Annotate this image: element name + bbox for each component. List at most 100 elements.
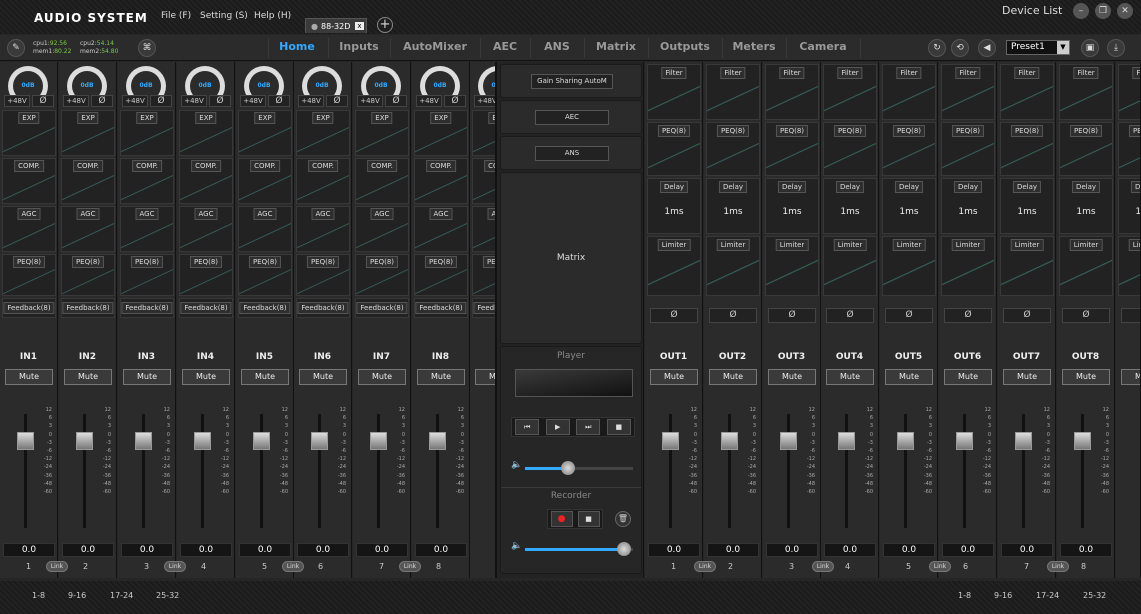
module-agc[interactable]: AGC (238, 206, 292, 252)
tab-matrix[interactable]: Matrix (589, 40, 643, 53)
phase-invert-button[interactable]: Ø (768, 308, 816, 323)
module-peq[interactable]: PEQ(8) (706, 122, 760, 176)
trash-icon[interactable]: 🗑 (615, 511, 631, 527)
phantom-48v-button[interactable]: +48V (474, 95, 495, 107)
mute-button[interactable]: Mute (709, 369, 757, 385)
chevron-down-icon[interactable]: ▼ (1057, 41, 1069, 54)
module-limiter[interactable]: Limiter (1000, 236, 1054, 296)
fader[interactable]: 12 6 3 0 -3 -6 -12 -24 -36 -48 -60 (353, 402, 410, 532)
module-comp[interactable]: COMP. (472, 158, 495, 204)
module-feedback[interactable]: Feedback(8) (179, 298, 233, 318)
menu-file[interactable]: File (F) (161, 11, 191, 21)
tab-camera[interactable]: Camera (791, 40, 855, 53)
player-volume-knob[interactable] (561, 461, 576, 475)
phase-invert-button[interactable]: Ø (150, 95, 172, 107)
fader-knob[interactable] (838, 432, 855, 450)
module-agc[interactable]: AGC (355, 206, 409, 252)
module-feedback[interactable]: Feedback(8) (120, 298, 174, 318)
module-feedback[interactable]: Feedback(8) (472, 298, 495, 318)
fader-knob[interactable] (1074, 432, 1091, 450)
link-button[interactable]: Link (694, 561, 716, 572)
aec-button[interactable]: AEC (535, 110, 609, 125)
refresh-icon[interactable]: ↻ (928, 39, 946, 57)
mute-button[interactable]: Mute (475, 369, 495, 385)
fader[interactable]: 12 6 3 0 -3 -6 -12 -24 -36 -48 -60 (763, 402, 820, 532)
device-tab[interactable]: ● 88-32D x (305, 18, 367, 33)
module-feedback[interactable]: Feedback(8) (238, 298, 292, 318)
mute-button[interactable]: Mute (1003, 369, 1051, 385)
edit-icon[interactable]: ✎ (7, 39, 25, 57)
fader-knob[interactable] (253, 432, 270, 450)
module-delay[interactable]: Delay 1ms (765, 178, 819, 234)
phase-invert-button[interactable]: Ø (885, 308, 933, 323)
module-peq[interactable]: PEQ(8) (765, 122, 819, 176)
fader-knob[interactable] (76, 432, 93, 450)
mute-button[interactable]: Mute (5, 369, 53, 385)
gain-gauge[interactable]: 0dB (474, 64, 495, 106)
link-button[interactable]: Link (164, 561, 186, 572)
module-limiter[interactable]: Limiter (1059, 236, 1113, 296)
mute-button[interactable]: Mute (1062, 369, 1110, 385)
module-delay[interactable]: Delay 1ms (1059, 178, 1113, 234)
gain-gauge[interactable]: 0dB (240, 64, 288, 106)
phase-invert-button[interactable]: Ø (826, 308, 874, 323)
mute-button[interactable]: Mute (64, 369, 112, 385)
module-comp[interactable]: COMP. (120, 158, 174, 204)
fader-knob[interactable] (780, 432, 797, 450)
module-comp[interactable]: COMP. (414, 158, 468, 204)
module-comp[interactable]: COMP. (296, 158, 350, 204)
module-comp[interactable]: COMP. (61, 158, 115, 204)
link-button[interactable]: Link (46, 561, 68, 572)
tab-home[interactable]: Home (273, 40, 321, 53)
fader-value[interactable]: 0.0 (1060, 543, 1112, 557)
module-agc[interactable]: AGC (2, 206, 56, 252)
module-peq[interactable]: PEQ(8) (941, 122, 995, 176)
module-exp[interactable]: EXP (238, 110, 292, 156)
fader-value[interactable]: 0.0 (239, 543, 291, 557)
fader-knob[interactable] (311, 432, 328, 450)
module-exp[interactable]: EXP (296, 110, 350, 156)
preset-select[interactable]: Preset1 ▼ (1006, 40, 1070, 55)
module-feedback[interactable]: Feedback(8) (2, 298, 56, 318)
module-agc[interactable]: AGC (472, 206, 495, 252)
fader-value[interactable]: 0.0 (297, 543, 349, 557)
module-delay[interactable]: Delay 1ms (1000, 178, 1054, 234)
tab-outputs[interactable]: Outputs (653, 40, 717, 53)
fader-knob[interactable] (135, 432, 152, 450)
phase-invert-button[interactable]: Ø (268, 95, 290, 107)
module-exp[interactable]: EXP (120, 110, 174, 156)
module-comp[interactable]: COMP. (355, 158, 409, 204)
restore-icon[interactable]: ❐ (1095, 3, 1111, 19)
page-in-17-24[interactable]: 17-24 (110, 591, 133, 600)
tab-meters[interactable]: Meters (727, 40, 781, 53)
module-filter[interactable]: Filter (1059, 64, 1113, 120)
recorder-volume-knob[interactable] (617, 542, 632, 556)
fader-knob[interactable] (897, 432, 914, 450)
network-icon[interactable]: ⌘ (138, 39, 156, 57)
phase-invert-button[interactable]: Ø (326, 95, 348, 107)
mute-button[interactable]: Mute (1121, 369, 1140, 385)
matrix-panel[interactable]: Matrix (500, 172, 642, 344)
download-icon[interactable]: ⤓ (1107, 39, 1125, 57)
fader-knob[interactable] (370, 432, 387, 450)
module-filter[interactable]: Filter (941, 64, 995, 120)
phase-invert-button[interactable]: Ø (444, 95, 466, 107)
module-filter[interactable]: Filter (823, 64, 877, 120)
fader[interactable]: 12 6 3 0 -3 -6 -12 -24 -36 -48 -60 (0, 402, 57, 532)
gain-gauge[interactable]: 0dB (122, 64, 170, 106)
module-filter[interactable]: Filter (765, 64, 819, 120)
gain-gauge[interactable]: 0dB (357, 64, 405, 106)
module-agc[interactable]: AGC (179, 206, 233, 252)
link-button[interactable]: Link (399, 561, 421, 572)
mute-button[interactable]: Mute (944, 369, 992, 385)
fader[interactable]: 12 6 3 0 -3 -6 -12 -24 -36 -48 -60 (1057, 402, 1114, 532)
module-peq[interactable]: PEQ(8) (414, 254, 468, 296)
phantom-48v-button[interactable]: +48V (181, 95, 207, 107)
fader[interactable]: 12 6 3 0 -3 -6 -12 -24 -36 -48 -60 (645, 402, 702, 532)
mute-button[interactable]: Mute (358, 369, 406, 385)
fader-value[interactable]: 0.0 (824, 543, 876, 557)
close-tab-icon[interactable]: x (355, 22, 364, 30)
module-peq[interactable]: PEQ(8) (296, 254, 350, 296)
history-icon[interactable]: ⟲ (951, 39, 969, 57)
phase-invert-button[interactable]: Ø (91, 95, 113, 107)
